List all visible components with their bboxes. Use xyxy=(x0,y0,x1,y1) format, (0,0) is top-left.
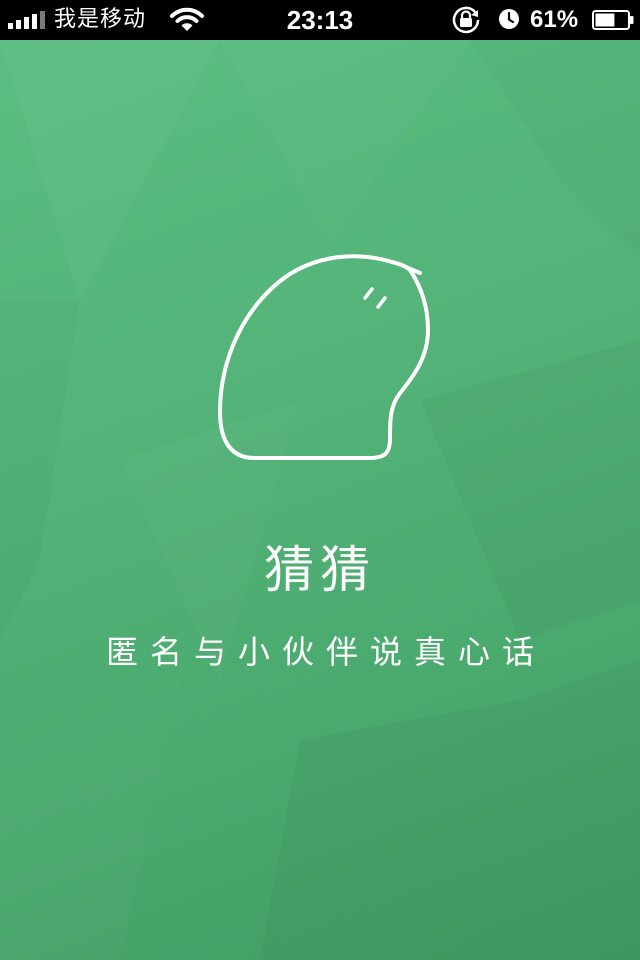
splash-background: 猜猜 匿名与小伙伴说真心话 xyxy=(0,40,640,960)
app-name: 猜猜 xyxy=(264,541,376,599)
status-bar: 我是移动 23:13 61% xyxy=(0,0,640,40)
alarm-icon xyxy=(499,9,519,29)
lock-rotation-icon xyxy=(452,6,480,34)
battery-icon xyxy=(592,10,634,30)
mascot-blob-icon xyxy=(218,254,430,460)
launch-screen: 我是移动 23:13 61% 猜猜 匿名与小伙伴说真心话 xyxy=(0,0,640,960)
battery-percent: 61% xyxy=(530,6,579,33)
app-slogan: 匿名与小伙伴说真心话 xyxy=(105,633,546,671)
background-facets xyxy=(0,40,640,960)
